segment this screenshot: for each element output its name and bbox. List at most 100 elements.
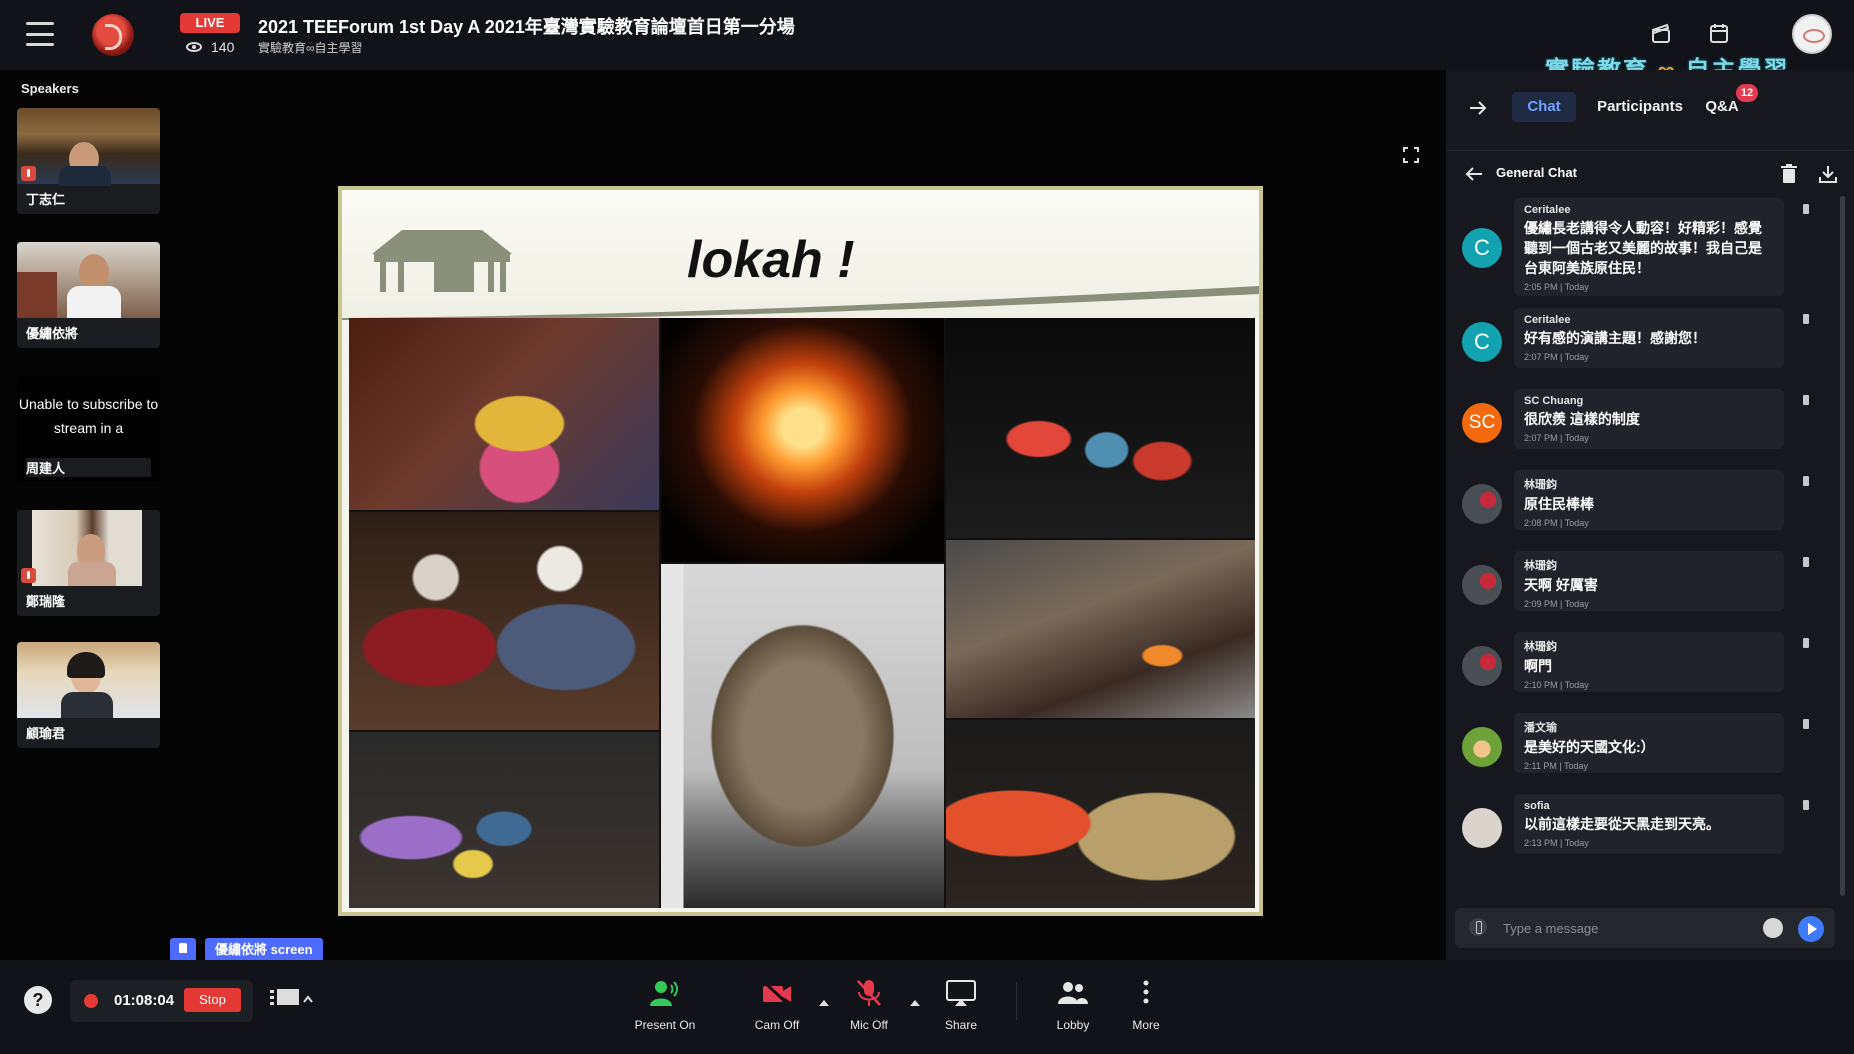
message-text: 好有感的演講主題！感謝您！ (1524, 330, 1706, 346)
stream-title: 2021 TEEForum 1st Day A 2021年臺灣實驗教育論壇首日第… (258, 17, 795, 37)
user-avatar[interactable] (1792, 14, 1832, 54)
more-vertical-icon (1143, 980, 1149, 1004)
photo-collage (349, 318, 1255, 908)
screen-share-icon (946, 980, 976, 1006)
live-badge: LIVE (180, 13, 240, 33)
mic-muted-icon (21, 166, 36, 181)
mic-options-caret-icon[interactable] (910, 1000, 920, 1006)
speaker-name: 鄭瑞隆 (26, 594, 66, 609)
download-icon[interactable] (1818, 164, 1838, 184)
emoji-icon[interactable] (1763, 918, 1783, 938)
message-time: 2:09 PM | Today (1524, 599, 1589, 609)
message-text: 天啊 好厲害 (1524, 577, 1598, 593)
message-bubble: 潘文瑜 是美好的天國文化:） 2:11 PM | Today (1514, 713, 1784, 773)
calendar-icon[interactable] (1708, 22, 1730, 44)
layout-toggle-icon[interactable] (266, 982, 322, 1018)
viewer-count-value: 140 (211, 39, 235, 55)
control-divider (1016, 982, 1017, 1020)
more-button[interactable]: More (1111, 978, 1181, 1032)
slide-header: lokah ! (342, 190, 1259, 320)
message-options-icon[interactable] (1803, 204, 1809, 214)
trash-icon[interactable] (1780, 164, 1798, 184)
photo-wooden-steamer (661, 564, 944, 908)
speaker-tile[interactable]: 優繡依將 (17, 242, 160, 348)
paperclip-icon[interactable] (1469, 918, 1487, 936)
message-author: SC Chuang (1524, 395, 1584, 407)
chat-panel: Chat Participants Q&A 12 General Chat C … (1446, 70, 1854, 960)
message-time: 2:08 PM | Today (1524, 518, 1589, 528)
meeting-app: LIVE 140 2021 TEEForum 1st Day A 2021年臺灣… (0, 0, 1854, 1054)
message-input[interactable] (1503, 916, 1753, 940)
message-text: 很欣羨 這樣的制度 (1524, 411, 1640, 427)
shared-screen-slide: lokah ! (338, 186, 1263, 916)
speaker-tile[interactable]: 丁志仁 (17, 108, 160, 214)
clapperboard-icon[interactable] (1650, 22, 1672, 44)
control-bar: ? 01:08:04 Stop Present On Cam Off Mic O… (0, 960, 1854, 1054)
speaker-name: 優繡依將 (26, 326, 79, 341)
message-options-icon[interactable] (1803, 476, 1809, 486)
mic-muted-icon (21, 568, 36, 583)
presenter-icon (650, 981, 678, 1006)
lobby-button[interactable]: Lobby (1038, 978, 1108, 1032)
message-options-icon[interactable] (1803, 395, 1809, 405)
stream-subtitle: 實驗教育∞自主學習 (258, 41, 363, 55)
message-text: 優繡長老講得令人動容！好精彩！感覺聽到一個古老又美麗的故事！我自己是台東阿美族原… (1524, 220, 1762, 276)
arrow-left-icon[interactable] (1464, 165, 1484, 183)
message-list: C Ceritalee 優繡長老講得令人動容！好精彩！感覺聽到一個古老又美麗的故… (1446, 198, 1838, 948)
message-bubble: Ceritalee 優繡長老講得令人動容！好精彩！感覺聽到一個古老又美麗的故事！… (1514, 198, 1784, 296)
message-avatar (1462, 646, 1502, 686)
camera-options-caret-icon[interactable] (819, 1000, 829, 1006)
speaker-name: 周建人 (26, 458, 151, 477)
chat-scrollbar[interactable] (1840, 196, 1845, 896)
message-options-icon[interactable] (1803, 557, 1809, 567)
speaker-video (32, 510, 142, 586)
speaker-tile[interactable]: 顧瑜君 (17, 642, 160, 748)
photo-group-cooking (349, 732, 659, 908)
message-options-icon[interactable] (1803, 638, 1809, 648)
photo-elders-food (349, 512, 659, 730)
message-author: 林珊鈞 (1524, 479, 1557, 491)
message-text: 以前這樣走要從天黑走到天亮。 (1524, 816, 1720, 832)
message-author: 潘文瑜 (1524, 722, 1557, 734)
speaker-tile[interactable]: Unable to subscribe to stream in a 周建人 (17, 376, 160, 482)
fullscreen-icon[interactable] (1403, 147, 1419, 163)
message-options-icon[interactable] (1803, 800, 1809, 810)
send-button[interactable] (1798, 916, 1824, 942)
speaker-tile[interactable]: 鄭瑞隆 (17, 510, 160, 616)
share-label: Share (944, 1018, 978, 1032)
arrow-right-icon[interactable] (1468, 100, 1488, 116)
camera-button[interactable]: Cam Off (742, 978, 812, 1032)
eye-icon (186, 42, 202, 52)
message-time: 2:10 PM | Today (1524, 680, 1589, 690)
pin-icon[interactable] (170, 938, 196, 962)
message-composer (1455, 908, 1835, 948)
speakers-heading: Speakers (21, 81, 79, 96)
message-options-icon[interactable] (1803, 314, 1809, 324)
speaker-video (17, 642, 160, 718)
message-author: sofia (1524, 800, 1550, 812)
microphone-button[interactable]: Mic Off (834, 978, 904, 1032)
message-time: 2:13 PM | Today (1524, 838, 1589, 848)
share-button[interactable]: Share (926, 978, 996, 1032)
stop-recording-button[interactable]: Stop (184, 988, 241, 1012)
message-time: 2:07 PM | Today (1524, 352, 1589, 362)
message-options-icon[interactable] (1803, 719, 1809, 729)
camera-label: Cam Off (754, 1018, 800, 1032)
recording-timer: 01:08:04 (114, 992, 175, 1009)
message-time: 2:11 PM | Today (1524, 761, 1589, 771)
speaker-name: 丁志仁 (26, 192, 66, 207)
speaker-name: 顧瑜君 (26, 726, 66, 741)
stream-error-text: Unable to subscribe to stream in a (18, 396, 159, 436)
message-bubble: sofia 以前這樣走要從天黑走到天亮。 2:13 PM | Today (1514, 794, 1784, 854)
tab-participants[interactable]: Participants (1588, 92, 1692, 122)
speaker-video (17, 108, 160, 186)
photo-hands-food (349, 318, 659, 510)
recording-dot-icon (84, 994, 98, 1008)
help-icon[interactable]: ? (24, 986, 52, 1014)
hamburger-menu-icon[interactable] (26, 22, 54, 46)
tab-chat[interactable]: Chat (1512, 92, 1576, 122)
chat-channel-name: General Chat (1496, 165, 1577, 180)
present-button[interactable]: Present On (630, 978, 700, 1032)
message-bubble: Ceritalee 好有感的演講主題！感謝您！ 2:07 PM | Today (1514, 308, 1784, 368)
message-avatar: C (1462, 322, 1502, 362)
